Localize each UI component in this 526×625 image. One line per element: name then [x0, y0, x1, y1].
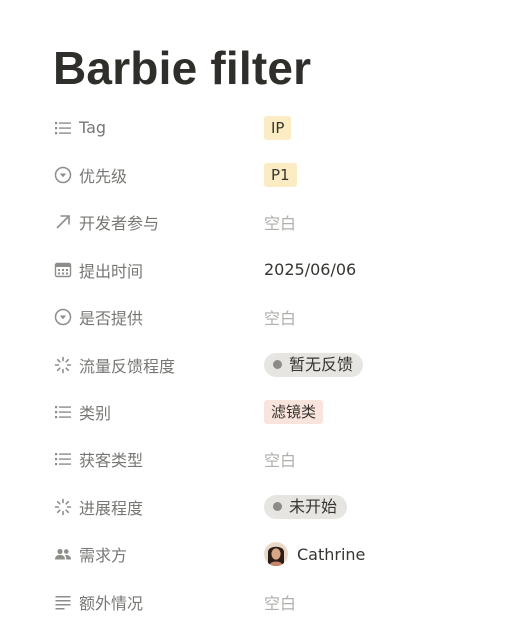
- property-name: 类别: [79, 404, 112, 424]
- person-name: Cathrine: [297, 544, 366, 564]
- property-label[interactable]: 是否提供: [53, 294, 253, 341]
- property-name: 提出时间: [79, 261, 144, 281]
- list-icon: [53, 449, 73, 469]
- property-row-requester: 需求方 Cathrine: [0, 531, 526, 578]
- property-value[interactable]: 滤镜类: [264, 388, 324, 435]
- priority-chip: P1: [264, 163, 297, 188]
- avatar: [264, 542, 288, 567]
- property-value[interactable]: 2025/06/06: [264, 246, 356, 293]
- property-label[interactable]: Tag: [53, 104, 253, 151]
- property-row-provided: 是否提供 空白: [0, 294, 526, 341]
- property-name: 需求方: [79, 546, 128, 566]
- status-spinner-icon: [53, 497, 73, 517]
- list-icon: [53, 118, 73, 138]
- status-badge: 未开始: [264, 494, 348, 519]
- property-row-developer: 开发者参与 空白: [0, 199, 526, 246]
- select-circle-icon: [53, 307, 73, 327]
- property-value[interactable]: 空白: [264, 436, 296, 483]
- select-circle-icon: [53, 165, 73, 185]
- property-label[interactable]: 获客类型: [53, 436, 253, 483]
- property-label[interactable]: 提出时间: [53, 246, 253, 293]
- property-row-acquisition-type: 获客类型 空白: [0, 436, 526, 483]
- property-name: Tag: [79, 118, 107, 138]
- person-value[interactable]: Cathrine: [264, 531, 365, 578]
- property-label[interactable]: 额外情况: [53, 578, 253, 625]
- property-name: 额外情况: [79, 593, 144, 613]
- calendar-icon: [53, 260, 73, 280]
- property-row-priority: 优先级 P1: [0, 151, 526, 198]
- property-row-date: 提出时间 2025/06/06: [0, 246, 526, 293]
- status-badge: 暂无反馈: [264, 352, 364, 377]
- list-icon: [53, 402, 73, 422]
- property-value[interactable]: 空白: [264, 199, 296, 246]
- property-row-category: 类别 滤镜类: [0, 388, 526, 435]
- property-value[interactable]: 未开始: [264, 483, 348, 530]
- status-dot: [273, 502, 282, 512]
- property-row-tag: Tag IP: [0, 104, 526, 151]
- arrow-up-right-icon: [53, 212, 73, 232]
- people-icon: [53, 544, 73, 564]
- property-name: 优先级: [79, 167, 128, 187]
- property-row-progress: 进展程度 未开始: [0, 483, 526, 530]
- page-title[interactable]: Barbie filter: [53, 38, 311, 98]
- property-value[interactable]: 空白: [264, 578, 296, 625]
- tag-chip: IP: [264, 115, 292, 140]
- page: Barbie filter Tag IP 优先级 P1 开发者参与 空白 提出时…: [0, 0, 526, 622]
- property-value[interactable]: 暂无反馈: [264, 341, 364, 388]
- property-value[interactable]: IP: [264, 104, 292, 151]
- property-value[interactable]: 空白: [264, 294, 296, 341]
- property-row-extra: 额外情况 空白: [0, 578, 526, 625]
- text-lines-icon: [53, 592, 73, 612]
- property-label[interactable]: 类别: [53, 388, 253, 435]
- property-name: 流量反馈程度: [79, 356, 176, 376]
- property-label[interactable]: 流量反馈程度: [53, 341, 253, 388]
- status-spinner-icon: [53, 355, 73, 375]
- status-dot: [273, 360, 282, 370]
- category-chip: 滤镜类: [264, 400, 324, 425]
- property-label[interactable]: 优先级: [53, 151, 253, 198]
- status-label: 未开始: [289, 496, 338, 516]
- property-label[interactable]: 开发者参与: [53, 199, 253, 246]
- property-label[interactable]: 进展程度: [53, 483, 253, 530]
- properties-list: Tag IP 优先级 P1 开发者参与 空白 提出时间 2025/06/06 是…: [0, 104, 526, 625]
- property-name: 获客类型: [79, 451, 144, 471]
- property-row-traffic-feedback: 流量反馈程度 暂无反馈: [0, 341, 526, 388]
- property-name: 进展程度: [79, 498, 144, 518]
- property-name: 开发者参与: [79, 214, 160, 234]
- property-name: 是否提供: [79, 309, 144, 329]
- property-label[interactable]: 需求方: [53, 531, 253, 578]
- status-label: 暂无反馈: [289, 354, 354, 374]
- property-value[interactable]: P1: [264, 151, 297, 198]
